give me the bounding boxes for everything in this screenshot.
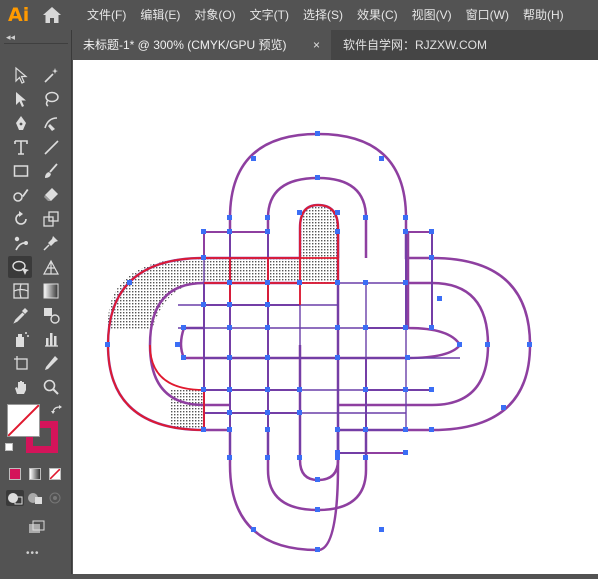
hatched-regions <box>108 205 338 428</box>
document-tab-bar: 未标题-1* @ 300% (CMYK/GPU 预览) × 软件自学网：RJZX… <box>73 30 598 60</box>
rectangle-tool-icon[interactable] <box>9 160 33 182</box>
tools-panel: ◂◂ ••• <box>0 30 72 574</box>
gradient-mode-button[interactable] <box>29 468 41 480</box>
tab-document-label: 未标题-1* @ 300% (CMYK/GPU 预览) <box>83 38 287 52</box>
tab-site-label: 软件自学网：RJZXW.COM <box>343 38 487 52</box>
draw-behind-icon[interactable] <box>26 490 44 506</box>
draw-normal-icon[interactable] <box>6 490 24 506</box>
tab-close-icon[interactable]: × <box>313 30 320 60</box>
pin-tool-icon[interactable] <box>39 232 63 254</box>
zoom-tool-icon[interactable] <box>39 376 63 398</box>
more-tools-icon[interactable]: ••• <box>26 548 40 559</box>
app-logo: Ai <box>8 4 30 26</box>
eyedropper-tool-icon[interactable] <box>9 304 33 326</box>
slice-tool-icon[interactable] <box>39 352 63 374</box>
paintbrush-tool-icon[interactable] <box>39 160 63 182</box>
shaper-tool-icon[interactable] <box>9 184 33 206</box>
color-mode-button[interactable] <box>9 468 21 480</box>
menu-effect[interactable]: 效果(C) <box>350 0 405 30</box>
mesh-tool-icon[interactable] <box>9 280 33 302</box>
rotate-tool-icon[interactable] <box>9 208 33 230</box>
menu-type[interactable]: 文字(T) <box>243 0 296 30</box>
magic-wand-tool-icon[interactable] <box>39 64 63 86</box>
tab-document[interactable]: 未标题-1* @ 300% (CMYK/GPU 预览) <box>73 30 331 60</box>
anchor-points[interactable] <box>105 131 532 552</box>
line-tool-icon[interactable] <box>39 136 63 158</box>
draw-inside-icon[interactable] <box>46 490 64 506</box>
none-mode-slash-icon <box>50 469 60 479</box>
menu-edit[interactable]: 编辑(E) <box>133 0 187 30</box>
hand-tool-icon[interactable] <box>9 376 33 398</box>
type-tool-icon[interactable] <box>9 136 33 158</box>
blend-tool-icon[interactable] <box>39 304 63 326</box>
default-colors-icon[interactable] <box>5 443 13 451</box>
gradient-tool-icon[interactable] <box>39 280 63 302</box>
menu-object[interactable]: 对象(O) <box>187 0 242 30</box>
home-icon[interactable] <box>42 6 62 24</box>
main-menu: 文件(F) 编辑(E) 对象(O) 文字(T) 选择(S) 效果(C) 视图(V… <box>80 0 571 30</box>
menu-view[interactable]: 视图(V) <box>405 0 459 30</box>
scale-tool-icon[interactable] <box>39 208 63 230</box>
menu-bar: Ai 文件(F) 编辑(E) 对象(O) 文字(T) 选择(S) 效果(C) 视… <box>0 0 598 30</box>
artboard-canvas[interactable] <box>73 60 598 574</box>
none-mode-button[interactable] <box>49 468 61 480</box>
menu-help[interactable]: 帮助(H) <box>516 0 571 30</box>
eraser-tool-icon[interactable] <box>39 184 63 206</box>
toolbox-divider <box>4 43 68 44</box>
artboard-tool-icon[interactable] <box>9 352 33 374</box>
perspective-grid-tool-icon[interactable] <box>39 256 63 278</box>
tab-site[interactable]: 软件自学网：RJZXW.COM <box>333 30 487 60</box>
column-graph-tool-icon[interactable] <box>39 328 63 350</box>
shape-builder-tool-icon[interactable] <box>8 256 32 278</box>
knot-artwork[interactable] <box>73 60 598 574</box>
curvature-tool-icon[interactable] <box>39 112 63 134</box>
symbol-sprayer-tool-icon[interactable] <box>9 328 33 350</box>
menu-file[interactable]: 文件(F) <box>80 0 133 30</box>
selection-tool-icon[interactable] <box>9 64 33 86</box>
swap-colors-icon[interactable] <box>51 404 63 416</box>
puppet-warp-tool-icon[interactable] <box>9 232 33 254</box>
menu-select[interactable]: 选择(S) <box>296 0 350 30</box>
lasso-tool-icon[interactable] <box>39 88 63 110</box>
outer-outline <box>106 132 532 552</box>
menu-window[interactable]: 窗口(W) <box>459 0 516 30</box>
pen-tool-icon[interactable] <box>9 112 33 134</box>
collapse-icon[interactable]: ◂◂ <box>6 32 15 43</box>
screen-mode-icon[interactable] <box>24 516 48 538</box>
fill-color-swatch[interactable] <box>7 404 40 437</box>
direct-selection-tool-icon[interactable] <box>9 88 33 110</box>
none-slash-icon <box>8 405 39 436</box>
